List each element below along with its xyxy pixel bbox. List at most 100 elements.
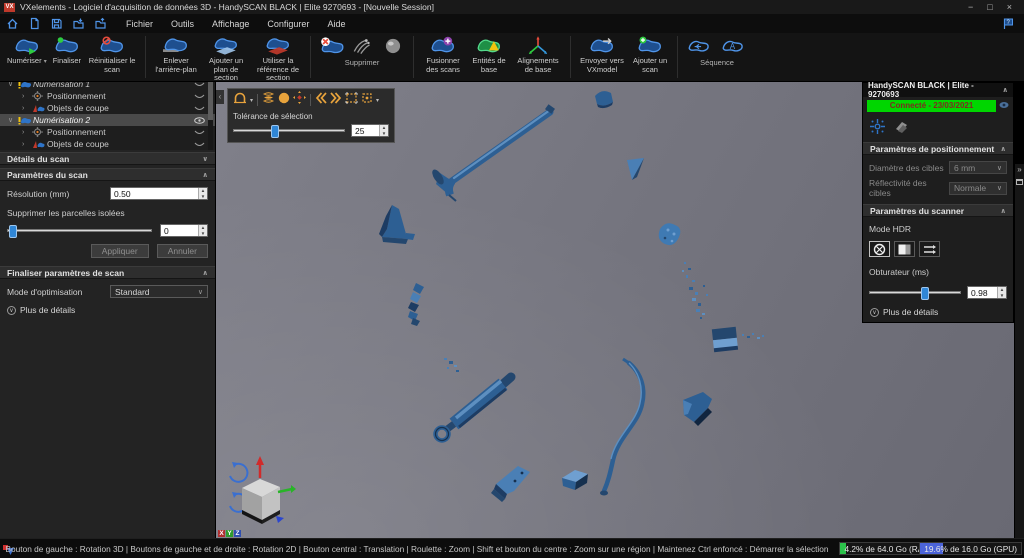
scanner-panel-header[interactable]: HandySCAN BLACK | Elite - 9270693 ∧ bbox=[863, 83, 1013, 97]
grow-selection-icon[interactable] bbox=[293, 91, 306, 109]
scan-fragment-small-box[interactable] bbox=[562, 470, 588, 490]
rotate-ccw-icon[interactable] bbox=[230, 464, 247, 482]
scan-fragment-bent-tube[interactable] bbox=[430, 104, 555, 201]
optimization-select[interactable]: Standard ∨ bbox=[110, 285, 208, 298]
isolated-patches-input[interactable]: 0 ▲▼ bbox=[160, 224, 208, 237]
scan-button[interactable]: Numériser ▾ bbox=[4, 35, 50, 67]
new-session-icon[interactable] bbox=[28, 17, 41, 30]
visibility-off-icon[interactable] bbox=[191, 129, 207, 136]
select-through-icon[interactable] bbox=[345, 91, 358, 109]
collapsed-chevron-icon[interactable]: › bbox=[22, 129, 32, 136]
selection-mode-dropdown-icon[interactable]: ▾ bbox=[250, 97, 253, 104]
scan-fragment-shock-absorber[interactable] bbox=[436, 377, 512, 441]
use-section-reference-button[interactable]: Utiliser la référence de section bbox=[251, 35, 305, 84]
delete-brush-button[interactable] bbox=[348, 35, 378, 57]
basic-entities-button[interactable]: Entités de base bbox=[467, 35, 511, 75]
finalize-params-section-header[interactable]: Finaliser paramètres de scan ∧ bbox=[0, 266, 215, 279]
scanner-view-icon[interactable] bbox=[999, 101, 1009, 111]
minimize-button[interactable]: − bbox=[968, 1, 973, 13]
scan-fragment-curved-rod[interactable] bbox=[600, 359, 643, 496]
slider-thumb[interactable] bbox=[9, 225, 17, 238]
resolution-input[interactable]: 0.50 ▲▼ bbox=[110, 187, 208, 200]
scan-fragment-angular-bracket[interactable] bbox=[683, 392, 712, 426]
scan-fragment-sparse-scatter[interactable] bbox=[682, 262, 708, 319]
menu-outils[interactable]: Outils bbox=[162, 16, 203, 32]
expand-chevron-icon[interactable]: ∨ bbox=[8, 82, 18, 88]
scan-fragment-tripod-bracket[interactable] bbox=[379, 205, 415, 244]
add-scan-button[interactable]: Ajouter un scan bbox=[628, 35, 672, 75]
delete-sphere-button[interactable] bbox=[378, 35, 408, 57]
scan-fragment-patch-blob[interactable] bbox=[659, 223, 681, 245]
reset-scan-button[interactable]: Réinitialiser le scan bbox=[84, 35, 140, 75]
scan-dropdown-icon[interactable]: ▾ bbox=[44, 59, 47, 65]
add-section-plane-button[interactable]: Ajouter un plan de section bbox=[201, 35, 251, 84]
visibility-off-icon[interactable] bbox=[191, 82, 207, 88]
collapsed-chevron-icon[interactable]: › bbox=[22, 105, 32, 112]
tree-item-objets-coupe-1[interactable]: › Objets de coupe bbox=[0, 102, 215, 114]
expand-chevron-icon[interactable]: ∨ bbox=[8, 116, 18, 124]
freeform-selection-icon[interactable] bbox=[233, 91, 247, 109]
scanner-more-details-link[interactable]: ∨ Plus de détails bbox=[863, 307, 1013, 317]
tree-item-numerisation-1[interactable]: ∨ Numérisation 1 bbox=[0, 82, 215, 90]
navigation-cube[interactable] bbox=[216, 454, 296, 526]
cancel-button[interactable]: Annuler bbox=[157, 244, 208, 258]
scan-fragment-tiny-scatter[interactable] bbox=[444, 358, 459, 372]
sequence-previous-button[interactable] bbox=[683, 35, 717, 57]
scan-fragment-flat-bracket[interactable] bbox=[491, 466, 530, 502]
visibility-off-icon[interactable] bbox=[191, 105, 207, 112]
restore-button[interactable]: □ bbox=[987, 1, 992, 13]
expand-panel-button[interactable]: » bbox=[1015, 164, 1024, 176]
more-selection-tools-icon[interactable]: ▾ bbox=[376, 97, 379, 104]
more-details-link[interactable]: ∨ Plus de détails bbox=[0, 305, 215, 315]
tree-item-numerisation-2[interactable]: ∨ Numérisation 2 bbox=[0, 114, 215, 126]
tree-item-objets-coupe-2[interactable]: › Objets de coupe bbox=[0, 138, 215, 150]
menu-fichier[interactable]: Fichier bbox=[117, 16, 162, 32]
basic-alignments-button[interactable]: Alignements de base bbox=[511, 35, 565, 75]
whats-new-flag-icon[interactable]: ? bbox=[1002, 17, 1014, 30]
positioning-targets-icon[interactable] bbox=[869, 118, 886, 137]
slider-thumb[interactable] bbox=[271, 125, 279, 138]
select-visible-icon[interactable] bbox=[361, 91, 373, 109]
rotate-selection-right-icon[interactable] bbox=[330, 91, 342, 109]
scan-fragment-triangle[interactable] bbox=[627, 158, 644, 180]
visibility-off-icon[interactable] bbox=[191, 93, 207, 100]
scan-fragment-box[interactable] bbox=[712, 327, 764, 352]
menu-configurer[interactable]: Configurer bbox=[258, 16, 318, 32]
mesh-surface-icon[interactable] bbox=[894, 120, 909, 136]
float-panel-button[interactable] bbox=[1016, 179, 1023, 185]
collapsed-chevron-icon[interactable]: › bbox=[22, 93, 32, 100]
connected-selection-icon[interactable] bbox=[262, 91, 275, 109]
collapsed-chevron-icon[interactable]: › bbox=[22, 141, 32, 148]
home-icon[interactable] bbox=[6, 17, 19, 30]
export-session-icon[interactable] bbox=[94, 17, 107, 30]
viewport-3d[interactable]: ‹ bbox=[216, 82, 1014, 538]
menu-affichage[interactable]: Affichage bbox=[203, 16, 258, 32]
tree-item-positionnement-2[interactable]: › Positionnement bbox=[0, 126, 215, 138]
merge-scans-button[interactable]: Fusionner des scans bbox=[419, 35, 467, 75]
isolated-patches-slider[interactable] bbox=[7, 229, 152, 232]
scan-details-section-header[interactable]: Détails du scan ∨ bbox=[0, 152, 215, 165]
visibility-off-icon[interactable] bbox=[191, 141, 207, 148]
target-diameter-select[interactable]: 6 mm ∨ bbox=[949, 161, 1007, 174]
positioning-params-section-header[interactable]: Paramètres de positionnement ∧ bbox=[863, 142, 1013, 155]
shutter-input[interactable]: 0.98 ▲▼ bbox=[967, 286, 1007, 299]
tree-item-positionnement-1[interactable]: › Positionnement bbox=[0, 90, 215, 102]
slider-thumb[interactable] bbox=[921, 287, 929, 300]
save-session-icon[interactable] bbox=[50, 17, 63, 30]
visibility-on-icon[interactable] bbox=[191, 117, 207, 124]
send-to-vxmodel-button[interactable]: Envoyer vers VXmodel bbox=[576, 35, 628, 75]
spinner-arrows-icon[interactable]: ▲▼ bbox=[198, 225, 207, 236]
hdr-mode-surface-button[interactable] bbox=[894, 241, 915, 257]
spinner-arrows-icon[interactable]: ▲▼ bbox=[198, 188, 207, 199]
finalize-button[interactable]: Finaliser bbox=[50, 35, 84, 67]
sequence-next-button[interactable]: A bbox=[717, 35, 751, 57]
rotate-selection-left-icon[interactable] bbox=[315, 91, 327, 109]
tolerance-slider[interactable] bbox=[233, 129, 345, 132]
tree-scrollbar-thumb[interactable] bbox=[208, 82, 213, 120]
reflectivity-select[interactable]: Normale ∨ bbox=[949, 182, 1007, 195]
scan-fragment-jagged-strip[interactable] bbox=[408, 283, 424, 326]
scanner-params-section-header[interactable]: Paramètres du scanner ∧ bbox=[863, 204, 1013, 217]
import-session-icon[interactable] bbox=[72, 17, 85, 30]
tolerance-input[interactable]: 25 ▲▼ bbox=[351, 124, 389, 137]
scan-params-section-header[interactable]: Paramètres du scan ∧ bbox=[0, 168, 215, 181]
